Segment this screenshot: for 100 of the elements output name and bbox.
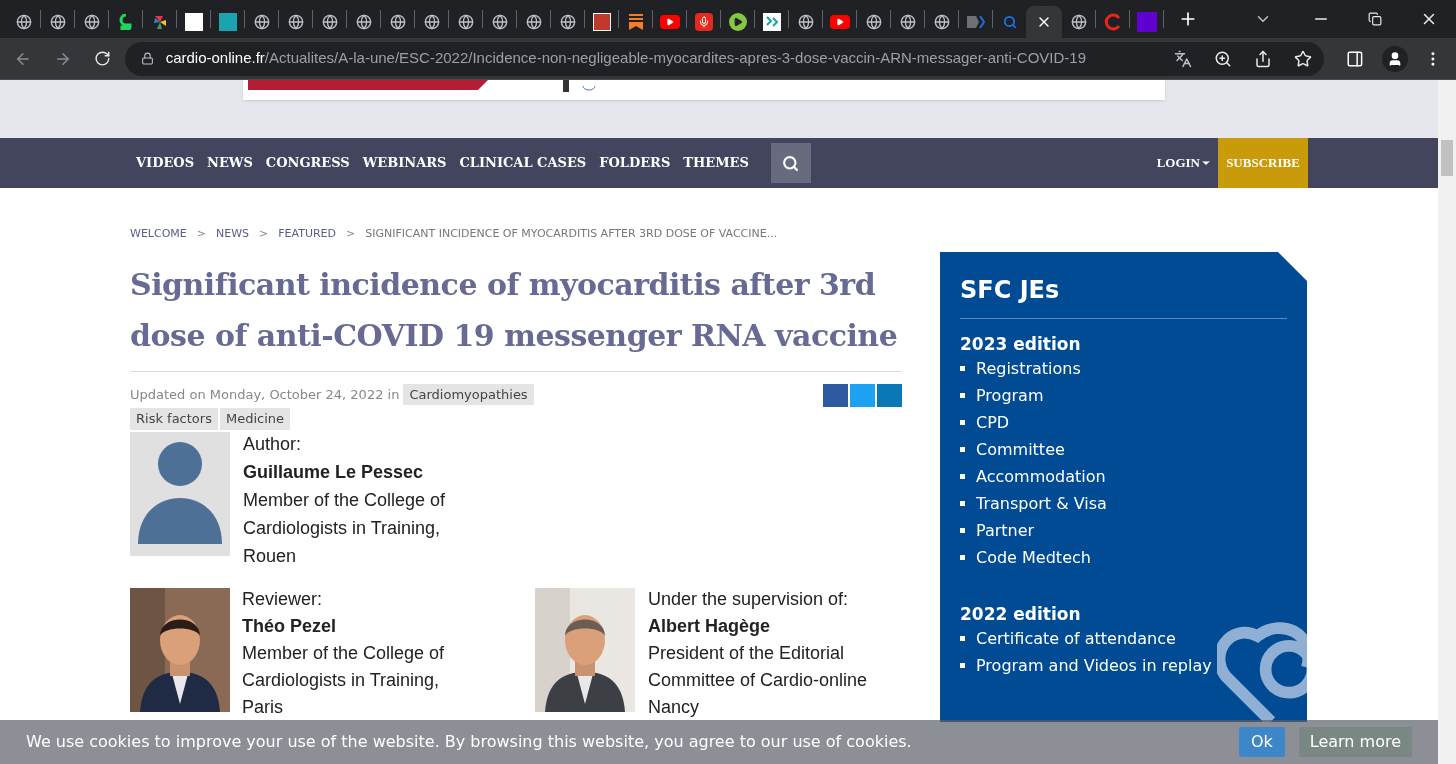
sidebar-link[interactable]: Committee	[960, 436, 1287, 463]
person-description: Cardiologists in Training,	[243, 516, 442, 540]
tag-link[interactable]: Risk factors	[130, 408, 218, 430]
address-bar[interactable]: cardio-online.fr/Actualites/A-la-une/ESC-2022/Incidence-non-negligeable-myocardites-apres-3-dose-vaccin-ARN-messager-anti-COVID-19	[124, 41, 1325, 76]
pinwheel-icon	[151, 14, 168, 30]
globe-icon	[49, 14, 66, 30]
cookie-notice: We use cookies to improve your use of the website. By browsing this website, you agree to our use of cookies.	[26, 731, 913, 753]
profile-icon[interactable]	[1382, 45, 1409, 72]
sidebar-link[interactable]: CPD	[960, 409, 1287, 436]
sidebar-link[interactable]: Code Medtech	[960, 544, 1287, 571]
sidebar-link[interactable]: Program	[960, 382, 1287, 409]
person-role: Author:	[243, 432, 303, 456]
person-description: Committee of Cardio-online	[648, 668, 868, 692]
person-name: Théo Pezel	[242, 614, 338, 638]
nav-link[interactable]: FOLDERS	[599, 153, 671, 173]
logo-icon	[1136, 12, 1157, 32]
play-icon	[829, 15, 850, 29]
person-role: Under the supervision of:	[648, 587, 850, 611]
sidebar-title: SFC JEs	[960, 272, 1287, 319]
breadcrumb-separator: >	[196, 226, 206, 242]
login-button[interactable]: LOGIN	[1156, 153, 1212, 173]
globe-icon	[355, 14, 372, 30]
globe-icon	[389, 14, 406, 30]
person-description: Rouen	[243, 544, 298, 568]
search-button[interactable]	[770, 143, 811, 183]
person-description: Paris	[242, 695, 284, 719]
globe-icon	[899, 14, 916, 30]
side-panel-icon[interactable]	[1346, 49, 1365, 68]
globe-icon	[797, 14, 814, 30]
share-icon[interactable]	[1254, 49, 1273, 68]
updated-date: Updated on Monday, October 24, 2022 in	[130, 385, 400, 404]
sidebar-link[interactable]: Registrations	[960, 355, 1287, 382]
breadcrumb-separator: >	[346, 226, 356, 242]
nav-link[interactable]: NEWS	[207, 153, 253, 173]
sidebar-link[interactable]: Program and Videos in replay	[960, 652, 1287, 679]
nav-link[interactable]: CONGRESS	[265, 153, 350, 173]
globe-icon	[321, 14, 338, 30]
breadcrumb-link[interactable]: FEATURED	[278, 226, 337, 243]
globe-icon	[423, 14, 440, 30]
globe-icon	[525, 14, 542, 30]
facebook-share-icon[interactable]	[823, 383, 848, 407]
tag-link[interactable]: Medicine	[219, 408, 290, 430]
person-description: President of the Editorial	[648, 641, 846, 665]
breadcrumb-current: SIGNIFICANT INCIDENCE OF MYOCARDITIS AFTER 3RD DOSE OF VACCINE...	[365, 226, 778, 242]
avatar-icon	[130, 431, 230, 556]
lock-icon	[140, 52, 154, 65]
globe-icon	[253, 14, 270, 30]
twitter-share-icon[interactable]	[850, 383, 875, 407]
play-icon	[659, 15, 680, 29]
bookmark-icon	[627, 13, 644, 31]
linkedin-share-icon[interactable]	[877, 383, 902, 407]
nav-link[interactable]: WEBINARS	[362, 153, 447, 173]
person-role: Reviewer:	[242, 587, 324, 611]
ok-button[interactable]: Ok	[1238, 727, 1285, 757]
ring-icon	[1103, 13, 1122, 31]
breadcrumb-link[interactable]: NEWS	[215, 226, 249, 243]
logo-icon	[118, 14, 133, 30]
person-description: Member of the College of	[242, 641, 445, 665]
sidebar-link[interactable]: Accommodation	[960, 463, 1287, 490]
globe-icon	[15, 14, 32, 30]
section-heading: 2022 edition	[960, 603, 1082, 625]
logo-icon	[218, 13, 237, 31]
sidebar-link[interactable]: Partner	[960, 517, 1287, 544]
person-description: Member of the College of	[243, 488, 446, 512]
play-icon	[728, 13, 747, 31]
globe-icon	[865, 14, 882, 30]
sidebar-link[interactable]: Transport & Visa	[960, 490, 1287, 517]
restore-icon[interactable]	[1368, 12, 1382, 26]
search-icon	[782, 154, 800, 172]
section-heading: 2023 edition	[960, 333, 1082, 355]
person-description: Nancy	[648, 695, 701, 719]
pattern-icon	[762, 13, 781, 31]
translate-icon[interactable]	[1174, 49, 1193, 68]
person-name: Guillaume Le Pessec	[243, 460, 425, 484]
reload-icon[interactable]	[93, 50, 111, 67]
globe-icon	[83, 14, 100, 30]
microphone-icon	[694, 13, 713, 31]
globe-icon	[559, 14, 576, 30]
nav-link[interactable]: VIDEOS	[136, 153, 195, 173]
chevron-icon	[965, 14, 986, 30]
globe-icon	[457, 14, 474, 30]
zoom-icon[interactable]	[1214, 49, 1233, 68]
scrollbar[interactable]	[1438, 80, 1456, 764]
square-icon	[184, 13, 203, 31]
globe-icon	[287, 14, 304, 30]
breadcrumb-link[interactable]: WELCOME	[130, 226, 187, 243]
globe-icon	[1070, 14, 1087, 30]
search-icon	[1002, 15, 1017, 29]
person-description: Cardiologists in Training,	[242, 668, 441, 692]
nav-link[interactable]: THEMES	[683, 153, 749, 173]
globe-icon	[491, 14, 508, 30]
learn-more-button[interactable]: Learn more	[1298, 727, 1412, 757]
article-title: Significant incidence of myocarditis after 3rd dose of anti-COVID 19 messenger RNA vaccine	[130, 258, 902, 372]
tag-link[interactable]: Cardiomyopathies	[403, 383, 534, 405]
breadcrumb-separator: >	[259, 226, 269, 242]
person-name: Albert Hagège	[648, 614, 772, 638]
sidebar-link[interactable]: Certificate of attendance	[960, 625, 1287, 652]
nav-link[interactable]: CLINICAL CASES	[459, 153, 587, 173]
logo-icon	[592, 13, 611, 31]
bookmark-star-icon[interactable]	[1294, 49, 1313, 68]
